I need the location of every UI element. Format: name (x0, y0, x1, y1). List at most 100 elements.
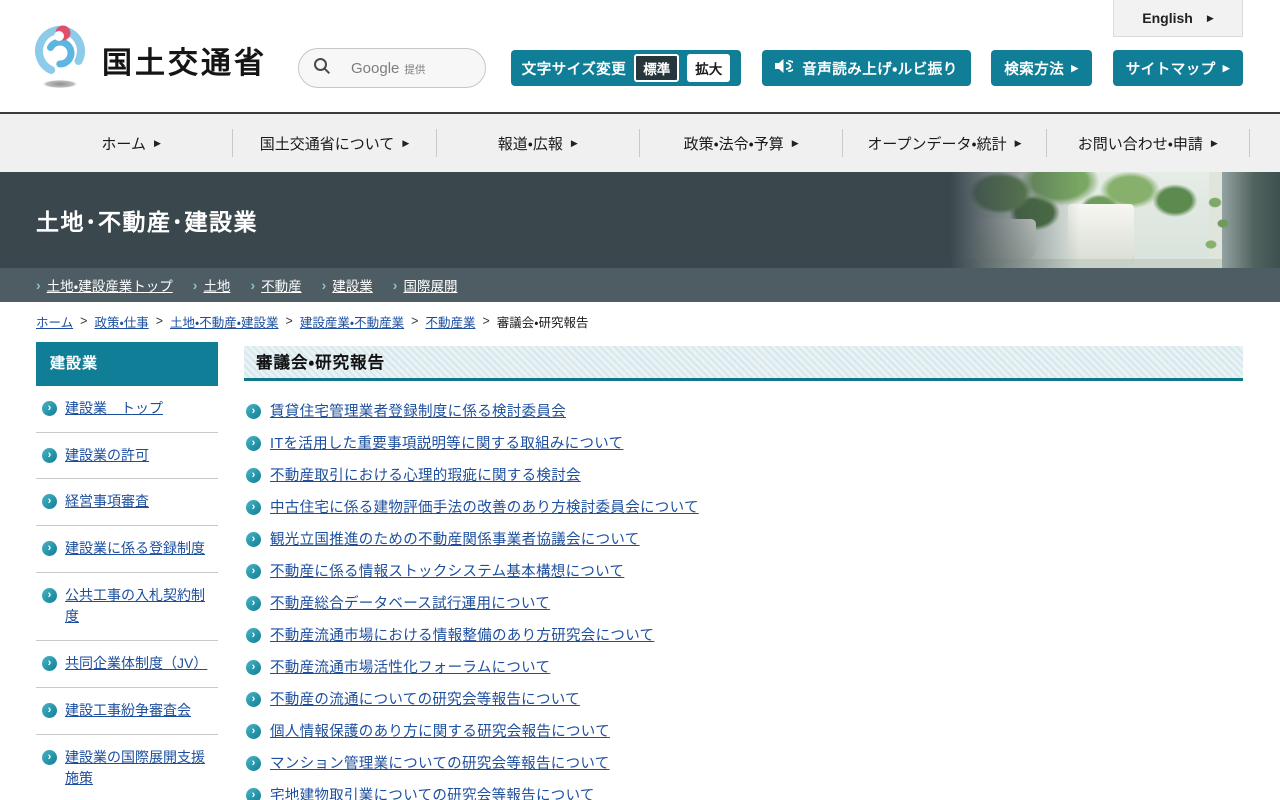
sidebar-item[interactable]: › 建設工事紛争審査会 (36, 688, 218, 735)
breadcrumb-separator: > (482, 314, 490, 328)
list-item[interactable]: › 宅地建物取引業についての研究会等報告について (244, 786, 1243, 800)
list-item[interactable]: › 中古住宅に係る建物評価手法の改善のあり方検討委員会について (244, 498, 1243, 518)
section-nav-link[interactable]: 建設業 (332, 275, 373, 295)
breadcrumb-link[interactable]: 政策・仕事 (94, 312, 148, 331)
chevron-right-icon: ▶ (153, 137, 161, 148)
section-nav-link[interactable]: 国際展開 (403, 275, 457, 295)
list-item[interactable]: › 不動産流通市場における情報整備のあり方研究会について (244, 626, 1243, 646)
breadcrumb-link[interactable]: ホーム (36, 312, 73, 331)
page-title: 審議会・研究報告 (256, 354, 386, 372)
list-item[interactable]: › 不動産流通市場活性化フォーラムについて (244, 658, 1243, 678)
circle-arrow-icon: › (42, 702, 57, 718)
sidebar-link[interactable]: 建設業の国際展開支援施策 (65, 747, 216, 790)
report-link[interactable]: マンション管理業についての研究会等報告について (270, 754, 610, 774)
chevron-right-icon: ▶ (1222, 62, 1231, 73)
breadcrumb-item: > 政策・仕事 (80, 312, 149, 331)
breadcrumb-link[interactable]: 不動産業 (425, 312, 475, 331)
report-link[interactable]: 不動産総合データベース試行運用について (270, 594, 550, 614)
search-icon (313, 57, 331, 80)
chevron-right-icon: ▶ (1071, 62, 1079, 73)
site-header: 国土交通省 English ▶ Google 提供 文字サイズ変更 標準 拡大 (0, 0, 1280, 112)
global-nav-item[interactable]: ホーム ▶ (30, 129, 234, 157)
section-nav-item[interactable]: › 不動産 (250, 275, 301, 295)
report-link[interactable]: 不動産取引における心理的瑕疵に関する検討会 (270, 466, 581, 486)
report-link[interactable]: 個人情報保護のあり方に関する研究会報告について (270, 722, 610, 742)
global-nav-item[interactable]: 国土交通省について ▶ (233, 129, 437, 157)
sidebar-link[interactable]: 建設業の許可 (65, 445, 149, 467)
section-nav-item[interactable]: › 国際展開 (393, 275, 458, 295)
breadcrumb-item: > 建設産業・不動産業 (286, 312, 405, 331)
english-button[interactable]: English ▶ (1113, 0, 1243, 37)
font-size-control: 文字サイズ変更 標準 拡大 (511, 50, 741, 86)
sidebar-link[interactable]: 建設工事紛争審査会 (65, 700, 191, 722)
report-link[interactable]: 不動産流通市場活性化フォーラムについて (270, 658, 550, 678)
sidebar-link[interactable]: 経営事項審査 (65, 491, 149, 513)
font-size-standard-button[interactable]: 標準 (634, 54, 680, 82)
breadcrumb-link[interactable]: 土地・不動産・建設業 (170, 312, 279, 331)
circle-arrow-icon: › (246, 436, 261, 451)
circle-arrow-icon: › (42, 494, 57, 510)
sidebar-item[interactable]: › 建設業 トップ (36, 386, 218, 433)
list-item[interactable]: › 不動産取引における心理的瑕疵に関する検討会 (244, 466, 1243, 486)
report-link[interactable]: 観光立国推進のための不動産関係事業者協議会について (270, 530, 640, 550)
report-link[interactable]: ITを活用した重要事項説明等に関する取組みについて (270, 434, 623, 454)
report-link[interactable]: 不動産に係る情報ストックシステム基本構想について (270, 562, 624, 582)
report-link[interactable]: 賃貸住宅管理業者登録制度に係る検討委員会 (270, 402, 566, 422)
breadcrumb-link[interactable]: 建設産業・不動産業 (300, 312, 404, 331)
sidebar-item[interactable]: › 建設業に係る登録制度 (36, 526, 218, 573)
section-nav-item[interactable]: › 土地 (193, 275, 231, 295)
list-item[interactable]: › 賃貸住宅管理業者登録制度に係る検討委員会 (244, 402, 1243, 422)
global-nav-item[interactable]: オープンデータ・統計 ▶ (843, 129, 1047, 157)
sidebar-item[interactable]: › 公共工事の入札契約制度 (36, 573, 218, 642)
breadcrumb-separator: > (285, 314, 293, 328)
circle-arrow-icon: › (246, 596, 261, 611)
text-to-speech-button[interactable]: 音声読み上げ・ルビ振り (762, 50, 971, 86)
circle-arrow-icon: › (42, 541, 57, 557)
font-size-enlarge-button[interactable]: 拡大 (687, 54, 731, 82)
circle-arrow-icon: › (246, 660, 261, 675)
list-item[interactable]: › 不動産に係る情報ストックシステム基本構想について (244, 562, 1243, 582)
list-item[interactable]: › 不動産の流通についての研究会等報告について (244, 690, 1243, 710)
section-nav-item[interactable]: › 土地・建設産業トップ (36, 275, 173, 295)
list-item[interactable]: › 個人情報保護のあり方に関する研究会報告について (244, 722, 1243, 742)
report-link[interactable]: 不動産の流通についての研究会等報告について (270, 690, 580, 710)
list-item[interactable]: › マンション管理業についての研究会等報告について (244, 754, 1243, 774)
search-method-button[interactable]: 検索方法 ▶ (991, 50, 1092, 86)
sitemap-button[interactable]: サイトマップ ▶ (1113, 50, 1243, 86)
chevron-right-icon: › (392, 277, 398, 293)
sidebar-item[interactable]: › 建設業の許可 (36, 433, 218, 480)
section-nav-item[interactable]: › 建設業 (322, 275, 373, 295)
report-link[interactable]: 不動産流通市場における情報整備のあり方研究会について (270, 626, 654, 646)
mlit-logo-icon (32, 24, 90, 95)
chevron-right-icon: ▶ (791, 137, 799, 148)
global-nav-item[interactable]: お問い合わせ・申請 ▶ (1047, 129, 1250, 157)
list-item[interactable]: › 観光立国推進のための不動産関係事業者協議会について (244, 530, 1243, 550)
sidebar-item[interactable]: › 経営事項審査 (36, 479, 218, 527)
section-nav-link[interactable]: 土地 (203, 275, 230, 295)
report-link[interactable]: 宅地建物取引業についての研究会等報告について (270, 786, 595, 800)
global-nav-item[interactable]: 政策・法令・予算 ▶ (640, 129, 844, 157)
sidebar-item[interactable]: › 建設業の国際展開支援施策 (36, 735, 218, 800)
circle-arrow-icon: › (42, 587, 57, 603)
report-link[interactable]: 中古住宅に係る建物評価手法の改善のあり方検討委員会について (270, 498, 699, 518)
site-search-input[interactable]: Google 提供 (298, 48, 486, 88)
global-nav-item[interactable]: 報道・広報 ▶ (437, 129, 640, 157)
circle-arrow-icon: › (246, 724, 261, 739)
sidebar-link[interactable]: 公共工事の入札契約制度 (65, 585, 216, 628)
sidebar-item[interactable]: › 共同企業体制度（JV） (36, 641, 218, 688)
list-item[interactable]: › 不動産総合データベース試行運用について (244, 594, 1243, 614)
global-nav-label: 報道・広報 (497, 135, 563, 153)
list-item[interactable]: › ITを活用した重要事項説明等に関する取組みについて (244, 434, 1243, 454)
sidebar-link[interactable]: 建設業 トップ (65, 398, 163, 420)
section-nav-link[interactable]: 不動産 (261, 275, 302, 295)
section-nav-link[interactable]: 土地・建設産業トップ (47, 275, 173, 295)
sidebar-link[interactable]: 共同企業体制度（JV） (65, 653, 207, 675)
site-logo[interactable]: 国土交通省 (32, 24, 267, 95)
breadcrumb-current: 審議会・研究報告 (496, 315, 589, 330)
sidebar-link[interactable]: 建設業に係る登録制度 (65, 538, 205, 560)
breadcrumb-item: > 土地・不動産・建設業 (156, 312, 279, 331)
chevron-right-icon: ▶ (570, 137, 578, 148)
report-link-list: › 賃貸住宅管理業者登録制度に係る検討委員会 › ITを活用した重要事項説明等に… (244, 402, 1243, 800)
breadcrumb-separator: > (155, 314, 164, 328)
font-size-label: 文字サイズ変更 (521, 61, 627, 78)
